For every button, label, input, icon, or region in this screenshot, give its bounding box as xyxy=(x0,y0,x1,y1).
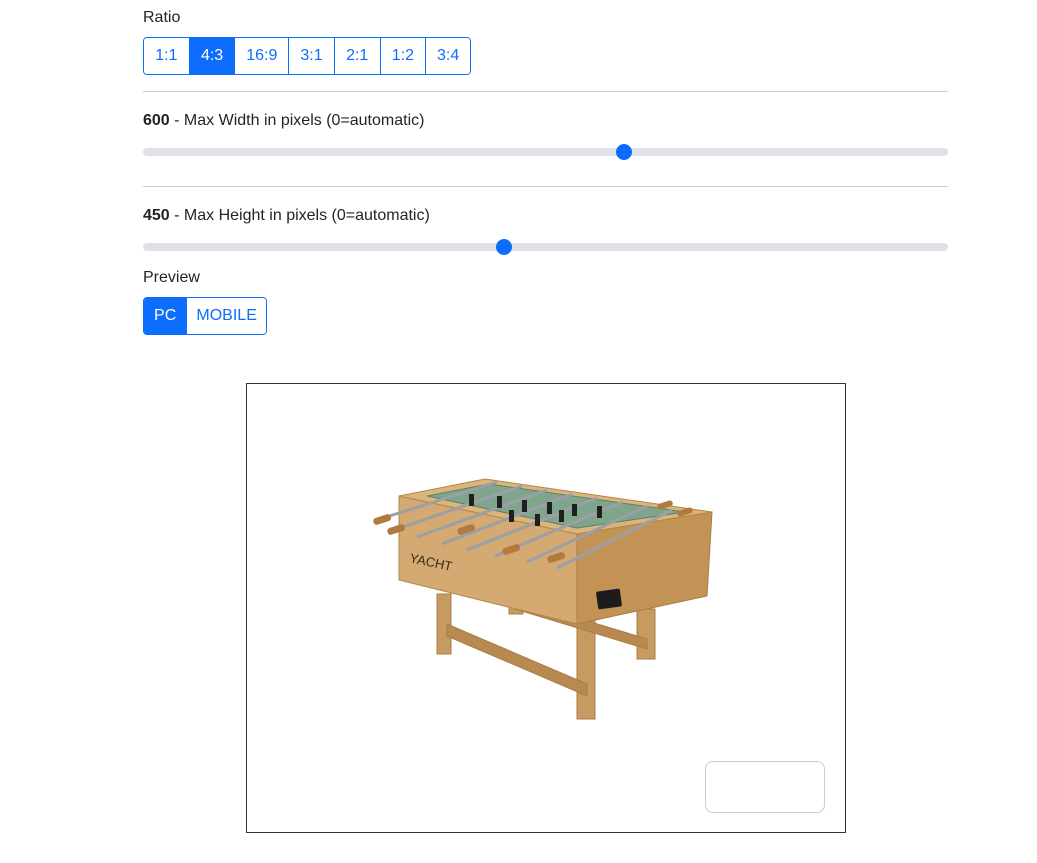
ratio-option-1-1[interactable]: 1:1 xyxy=(144,38,190,74)
ball-slot xyxy=(596,588,622,610)
preview-button-group: PC MOBILE xyxy=(143,297,267,335)
ratio-option-16-9[interactable]: 16:9 xyxy=(235,38,290,74)
table-leg xyxy=(636,608,656,660)
divider xyxy=(143,186,948,187)
divider xyxy=(143,91,948,92)
max-height-label: 450 - Max Height in pixels (0=automatic) xyxy=(143,206,430,226)
max-width-value: 600 xyxy=(143,112,170,129)
ratio-option-3-4[interactable]: 3:4 xyxy=(426,38,470,74)
preview-option-mobile[interactable]: MOBILE xyxy=(187,298,266,334)
max-height-slider[interactable] xyxy=(143,239,948,255)
max-height-value: 450 xyxy=(143,207,170,224)
table-leg xyxy=(436,593,452,655)
preview-label: Preview xyxy=(143,269,200,286)
ratio-option-1-2[interactable]: 1:2 xyxy=(380,38,427,74)
ratio-label: Ratio xyxy=(143,9,181,26)
max-width-slider-thumb[interactable] xyxy=(615,144,632,160)
table-leg xyxy=(576,618,596,720)
max-width-description: - Max Width in pixels (0=automatic) xyxy=(169,112,425,129)
max-width-slider[interactable] xyxy=(143,144,948,160)
preview-option-pc[interactable]: PC xyxy=(144,298,188,334)
max-height-description: - Max Height in pixels (0=automatic) xyxy=(169,207,430,224)
table-brace xyxy=(446,623,588,697)
ratio-option-4-3[interactable]: 4:3 xyxy=(189,38,236,74)
max-height-slider-thumb[interactable] xyxy=(495,239,512,255)
max-width-label: 600 - Max Width in pixels (0=automatic) xyxy=(143,111,424,131)
ratio-button-group: 1:1 4:3 16:9 3:1 2:1 1:2 3:4 xyxy=(143,37,471,75)
ar-button[interactable] xyxy=(705,761,825,813)
model-viewer[interactable]: YACHT xyxy=(246,383,846,833)
ratio-option-3-1[interactable]: 3:1 xyxy=(289,38,335,74)
ratio-option-2-1[interactable]: 2:1 xyxy=(334,38,381,74)
